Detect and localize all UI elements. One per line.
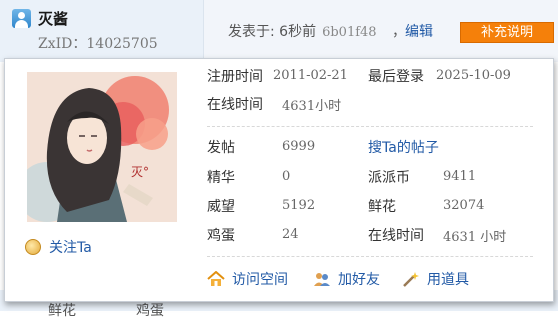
- posted-time: 发表于: 6秒前: [228, 24, 317, 40]
- divider: [207, 126, 533, 127]
- prestige-value: 5192: [282, 198, 316, 213]
- friends-icon: [313, 271, 331, 287]
- prestige-label: 威望: [207, 199, 235, 215]
- add-friend-button[interactable]: 加好友: [313, 269, 380, 289]
- digest-label: 精华: [207, 170, 235, 186]
- user-icon: [12, 9, 31, 28]
- online-time-value: 4631小时: [282, 99, 342, 114]
- follow-icon: [25, 239, 41, 255]
- edit-link[interactable]: 编辑: [405, 21, 433, 41]
- posts-label: 发帖: [207, 140, 235, 156]
- author-panel: 灭酱 ZxID：14025705: [0, 0, 204, 62]
- below-flowers-text: 鲜花: [48, 303, 76, 319]
- online-time-stat-label: 在线时间: [368, 228, 424, 244]
- flowers-value: 32074: [443, 198, 485, 213]
- register-time-label: 注册时间: [207, 69, 263, 85]
- flowers-label: 鲜花: [368, 199, 396, 215]
- online-time-stat-value: 4631 小时: [443, 230, 507, 245]
- visit-space-button[interactable]: 访问空间: [207, 269, 288, 289]
- use-tool-label: 用道具: [427, 272, 469, 288]
- coins-label: 派派币: [368, 170, 410, 186]
- supplement-button[interactable]: 补充说明: [460, 22, 554, 43]
- visit-space-label: 访问空间: [232, 272, 288, 288]
- wand-icon: [402, 271, 420, 287]
- add-friend-label: 加好友: [338, 272, 380, 288]
- below-eggs-text: 鸡蛋: [136, 303, 164, 319]
- online-time-label: 在线时间: [207, 97, 263, 113]
- search-user-posts-link[interactable]: 搜Ta的帖子: [368, 140, 439, 156]
- author-zxid: ZxID：14025705: [38, 36, 158, 52]
- home-icon: [207, 270, 225, 287]
- post-meta: 发表于: 6秒前 6b01f48: [228, 21, 377, 41]
- svg-text:灭°: 灭°: [131, 165, 149, 179]
- eggs-value: 24: [282, 227, 299, 242]
- meta-separator: ，: [392, 24, 406, 40]
- last-login-label: 最后登录: [368, 69, 424, 85]
- post-header-bar: 灭酱 ZxID：14025705 发表于: 6秒前 6b01f48 ， 编辑 补充…: [0, 0, 558, 62]
- register-time-value: 2011-02-21: [273, 68, 348, 83]
- coins-value: 9411: [443, 169, 477, 184]
- last-login-value: 2025-10-09: [436, 68, 511, 83]
- post-hash: 6b01f48: [322, 25, 377, 40]
- divider: [207, 256, 533, 257]
- use-tool-button[interactable]: 用道具: [402, 269, 469, 289]
- user-info-card: 灭° 关注Ta 注册时间 2011-02-21 最后登录 2025-10-09 …: [4, 58, 554, 302]
- follow-button[interactable]: 关注Ta: [25, 237, 92, 257]
- eggs-label: 鸡蛋: [207, 228, 235, 244]
- digest-value: 0: [282, 169, 291, 184]
- posts-value: 6999: [282, 139, 316, 154]
- user-avatar[interactable]: 灭°: [27, 72, 177, 222]
- author-username[interactable]: 灭酱: [38, 8, 68, 29]
- follow-label: 关注Ta: [49, 240, 92, 256]
